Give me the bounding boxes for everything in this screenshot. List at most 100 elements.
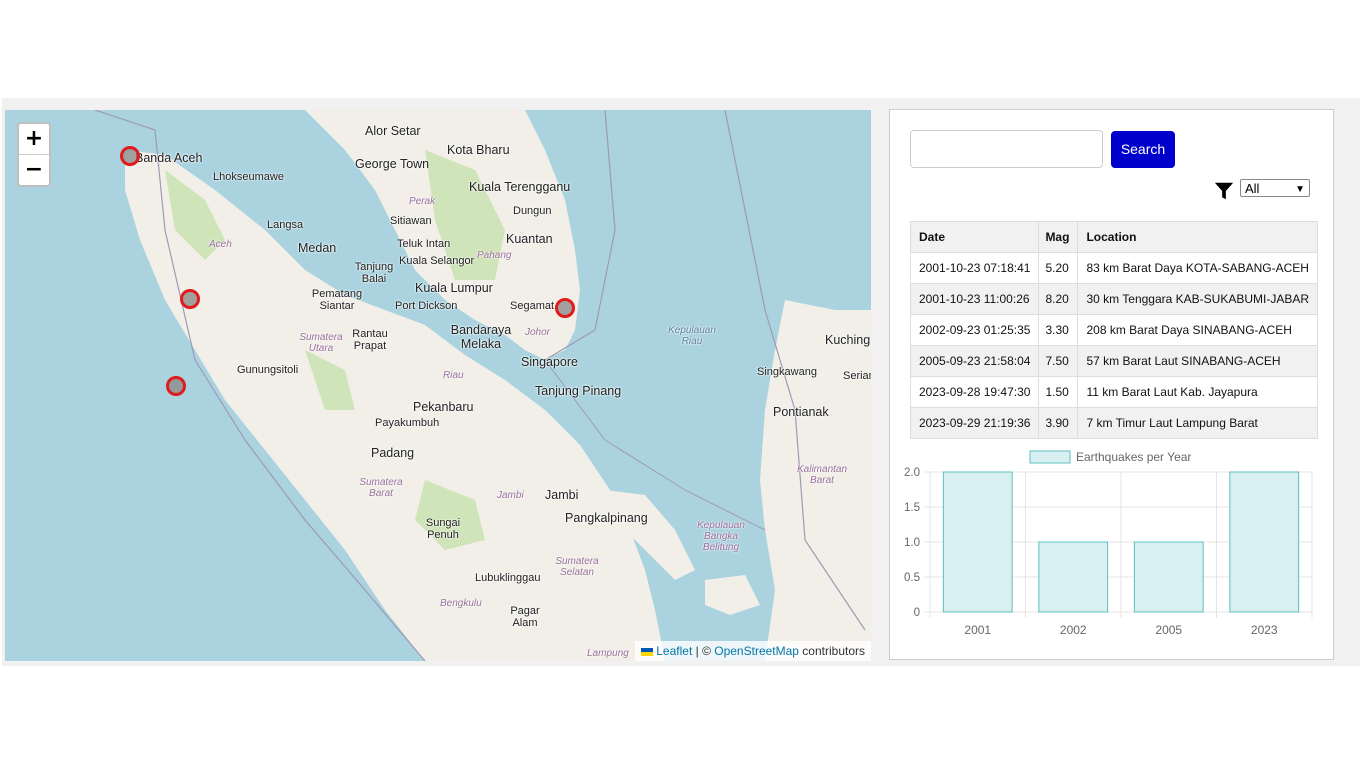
- map-label: Payakumbuh: [375, 417, 440, 429]
- earthquake-marker[interactable]: [555, 298, 575, 318]
- cell-mag: 1.50: [1038, 376, 1079, 408]
- map-label: Kalimantan Barat: [797, 464, 848, 486]
- filter-select[interactable]: All ▼: [1240, 179, 1310, 197]
- map-label: Tanjung Balai: [354, 261, 394, 285]
- y-tick-label: 0.5: [904, 572, 920, 584]
- map-label: Padang: [371, 446, 415, 460]
- attribution-suffix: contributors: [798, 644, 865, 658]
- filter-icon: [1214, 182, 1234, 200]
- cell-date: 2023-09-29 21:19:36: [909, 407, 1040, 439]
- earthquake-marker[interactable]: [120, 146, 140, 166]
- cell-mag: 3.90: [1038, 407, 1079, 439]
- search-button[interactable]: Search: [1111, 131, 1175, 168]
- bar: [1229, 471, 1300, 613]
- map-label: Lampung: [587, 648, 629, 659]
- map-label: Kepulauan Riau: [668, 325, 716, 347]
- map-label: Perak: [409, 196, 436, 207]
- map-label: Tanjung Pinang: [535, 384, 622, 398]
- map-label: Kuala Terengganu: [469, 180, 571, 194]
- map-label: George Town: [355, 157, 430, 171]
- cell-mag: 5.20: [1038, 252, 1079, 284]
- map-label: Sumatera Utara: [299, 332, 343, 354]
- cell-date: 2005-09-23 21:58:04: [909, 345, 1040, 377]
- map-label: Jambi: [497, 490, 524, 501]
- map-label: Kepulauan Bangka Belitung: [697, 520, 745, 553]
- earthquake-marker[interactable]: [180, 289, 200, 309]
- attribution-separator: | ©: [692, 644, 715, 658]
- y-tick-label: 1.5: [904, 502, 920, 514]
- map-label: Alor Setar: [365, 124, 421, 138]
- osm-link[interactable]: OpenStreetMap: [714, 644, 799, 658]
- table-header-row: Date Mag Location: [909, 221, 1318, 253]
- cell-location: 57 km Barat Laut SINABANG-ACEH: [1077, 345, 1318, 377]
- table-row[interactable]: 2002-09-23 01:25:35 3.30 208 km Barat Da…: [909, 314, 1318, 346]
- x-tick-label: 2002: [1060, 623, 1087, 637]
- map-label: Gunungsitoli: [237, 364, 299, 376]
- map-label: Bengkulu: [440, 598, 482, 609]
- map-label: Riau: [443, 370, 464, 381]
- map-label: Banda Aceh: [135, 151, 203, 165]
- table-row[interactable]: 2001-10-23 07:18:41 5.20 83 km Barat Day…: [909, 252, 1318, 284]
- cell-location: 30 km Tenggara KAB-SUKABUMI-JABAR: [1077, 283, 1318, 315]
- map-label: Dungun: [513, 205, 552, 217]
- cell-location: 7 km Timur Laut Lampung Barat: [1077, 407, 1318, 439]
- side-panel: Search All ▼ Date Mag Location 2001-10-2…: [889, 109, 1334, 660]
- map-label: Rantau Prapat: [352, 328, 388, 352]
- map-label: Kuala Selangor: [399, 255, 475, 267]
- map-label: Kota Bharu: [447, 143, 510, 157]
- map-label: Johor: [525, 327, 551, 338]
- cell-mag: 7.50: [1038, 345, 1079, 377]
- zoom-in-button[interactable]: +: [19, 124, 49, 155]
- x-tick-label: 2023: [1251, 623, 1278, 637]
- x-tick-label: 2005: [1155, 623, 1182, 637]
- map-label: Pagar Alam: [510, 605, 540, 629]
- map-label: Sitiawan: [390, 215, 432, 227]
- y-tick-label: 0: [914, 607, 920, 619]
- earthquake-marker[interactable]: [166, 376, 186, 396]
- earthquakes-per-year-chart: Earthquakes per Year 2.0 1.5 1.0 0.5 0 2001 200…: [904, 450, 1313, 637]
- map-label: Singkawang: [757, 366, 817, 378]
- cell-mag: 8.20: [1038, 283, 1079, 315]
- map-label: Jambi: [545, 488, 579, 502]
- map-label: Kuala Lumpur: [415, 281, 493, 295]
- map-label: Pematang Siantar: [311, 288, 363, 312]
- map-label: Langsa: [267, 219, 304, 231]
- map[interactable]: + − Alor Setar Kota Bharu George Town Ba…: [5, 110, 871, 661]
- table-row[interactable]: 2001-10-23 11:00:26 8.20 30 km Tenggara …: [909, 283, 1318, 315]
- column-header-mag[interactable]: Mag: [1038, 221, 1079, 253]
- zoom-out-button[interactable]: −: [19, 155, 49, 185]
- cell-mag: 3.30: [1038, 314, 1079, 346]
- map-label: Port Dickson: [395, 300, 458, 312]
- map-label: Kuching: [825, 333, 871, 347]
- ukraine-flag-icon: [641, 647, 654, 656]
- map-label: Serian: [843, 370, 871, 382]
- cell-date: 2001-10-23 07:18:41: [909, 252, 1040, 284]
- map-label: Lubuklinggau: [475, 572, 541, 584]
- map-attribution: Leaflet | © OpenStreetMap contributors: [635, 641, 871, 661]
- map-label: Kuantan: [506, 232, 553, 246]
- table-row[interactable]: 2005-09-23 21:58:04 7.50 57 km Barat Lau…: [909, 345, 1318, 377]
- map-label: Pontianak: [773, 405, 829, 419]
- map-label: Aceh: [209, 239, 232, 250]
- column-header-location[interactable]: Location: [1077, 221, 1318, 253]
- bar: [942, 471, 1013, 613]
- column-header-date[interactable]: Date: [909, 221, 1040, 253]
- bar: [1133, 541, 1204, 613]
- legend-swatch: [1029, 450, 1071, 464]
- table-row[interactable]: 2023-09-29 21:19:36 3.90 7 km Timur Laut…: [909, 407, 1318, 439]
- chevron-down-icon: ▼: [1295, 184, 1305, 195]
- map-label: Sumatera Barat: [359, 477, 403, 499]
- map-label: Teluk Intan: [397, 238, 451, 250]
- earthquake-table: Date Mag Location 2001-10-23 07:18:41 5.…: [909, 221, 1318, 439]
- map-label: Pahang: [477, 250, 512, 261]
- map-label: Sungai Penuh: [425, 517, 461, 541]
- legend-label: Earthquakes per Year: [1076, 450, 1191, 464]
- map-label: Lhokseumawe: [213, 171, 284, 183]
- table-row[interactable]: 2023-09-28 19:47:30 1.50 11 km Barat Lau…: [909, 376, 1318, 408]
- filter-selected-value: All: [1245, 181, 1260, 196]
- search-input[interactable]: [910, 130, 1103, 168]
- leaflet-link[interactable]: Leaflet: [656, 644, 692, 658]
- bar: [1038, 541, 1109, 613]
- cell-location: 11 km Barat Laut Kab. Jayapura: [1077, 376, 1318, 408]
- y-tick-label: 2.0: [904, 467, 920, 479]
